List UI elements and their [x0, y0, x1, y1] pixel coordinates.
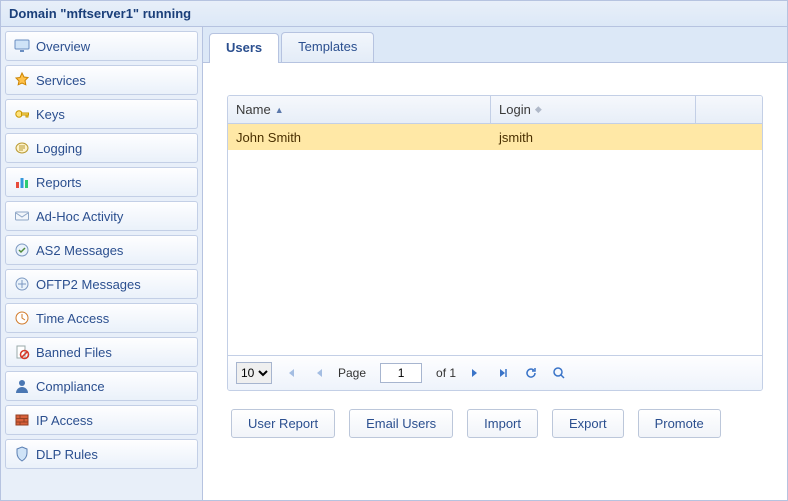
- sidebar-item-services[interactable]: Services: [5, 65, 198, 95]
- key-icon: [14, 106, 30, 122]
- grid-header: Name ▲ Login ◆: [228, 96, 762, 124]
- grid-body: John Smith jsmith: [228, 124, 762, 355]
- services-icon: [14, 72, 30, 88]
- sidebar-item-label: Logging: [36, 141, 82, 156]
- sidebar-item-reports[interactable]: Reports: [5, 167, 198, 197]
- first-page-icon[interactable]: [282, 364, 300, 382]
- table-row[interactable]: John Smith jsmith: [228, 124, 762, 150]
- sidebar-nav: Overview Services Keys Logging Reports A…: [1, 27, 203, 500]
- page-label: Page: [338, 366, 366, 380]
- clock-icon: [14, 310, 30, 326]
- page-of-label: of 1: [436, 366, 456, 380]
- sidebar-item-label: Overview: [36, 39, 90, 54]
- sidebar-item-label: Compliance: [36, 379, 105, 394]
- sidebar-item-time-access[interactable]: Time Access: [5, 303, 198, 333]
- col-header-label: Name: [236, 102, 271, 117]
- col-header-login[interactable]: Login ◆: [491, 96, 696, 123]
- sidebar-item-ip-access[interactable]: IP Access: [5, 405, 198, 435]
- refresh-icon[interactable]: [522, 364, 540, 382]
- sidebar-item-label: Keys: [36, 107, 65, 122]
- tab-templates[interactable]: Templates: [281, 32, 374, 62]
- prev-page-icon[interactable]: [310, 364, 328, 382]
- promote-button[interactable]: Promote: [638, 409, 721, 438]
- export-button[interactable]: Export: [552, 409, 624, 438]
- email-users-button[interactable]: Email Users: [349, 409, 453, 438]
- shield-icon: [14, 446, 30, 462]
- window-title: Domain "mftserver1" running: [9, 6, 191, 21]
- tab-label: Templates: [298, 39, 357, 54]
- last-page-icon[interactable]: [494, 364, 512, 382]
- sidebar-item-logging[interactable]: Logging: [5, 133, 198, 163]
- log-icon: [14, 140, 30, 156]
- col-header-name[interactable]: Name ▲: [228, 96, 491, 123]
- pager-bar: 10 Page of 1: [228, 355, 762, 390]
- window-titlebar: Domain "mftserver1" running: [1, 1, 787, 27]
- sort-asc-icon: ▲: [275, 105, 284, 115]
- sidebar-item-dlp-rules[interactable]: DLP Rules: [5, 439, 198, 469]
- sidebar-item-adhoc[interactable]: Ad-Hoc Activity: [5, 201, 198, 231]
- sidebar-item-label: Ad-Hoc Activity: [36, 209, 123, 224]
- sidebar-item-label: DLP Rules: [36, 447, 98, 462]
- sidebar-item-label: OFTP2 Messages: [36, 277, 141, 292]
- sidebar-item-label: Services: [36, 73, 86, 88]
- oftp2-icon: [14, 276, 30, 292]
- sort-neutral-icon: ◆: [535, 104, 542, 115]
- tab-label: Users: [226, 40, 262, 55]
- sidebar-item-label: AS2 Messages: [36, 243, 123, 258]
- chart-icon: [14, 174, 30, 190]
- monitor-icon: [14, 38, 30, 54]
- user-report-button[interactable]: User Report: [231, 409, 335, 438]
- tab-strip: Users Templates: [203, 27, 787, 63]
- cell-spacer: [696, 133, 762, 141]
- users-grid: Name ▲ Login ◆ John Smith jsmith: [227, 95, 763, 391]
- next-page-icon[interactable]: [466, 364, 484, 382]
- sidebar-item-oftp2[interactable]: OFTP2 Messages: [5, 269, 198, 299]
- sidebar-item-keys[interactable]: Keys: [5, 99, 198, 129]
- banned-icon: [14, 344, 30, 360]
- firewall-icon: [14, 412, 30, 428]
- page-input[interactable]: [380, 363, 422, 383]
- col-header-spacer: [696, 96, 762, 123]
- person-icon: [14, 378, 30, 394]
- page-size-select[interactable]: 10: [236, 362, 272, 384]
- tab-users[interactable]: Users: [209, 33, 279, 63]
- sidebar-item-overview[interactable]: Overview: [5, 31, 198, 61]
- mail-activity-icon: [14, 208, 30, 224]
- col-header-label: Login: [499, 102, 531, 117]
- cell-login: jsmith: [491, 126, 696, 149]
- sidebar-item-label: Reports: [36, 175, 82, 190]
- cell-name: John Smith: [228, 126, 491, 149]
- as2-icon: [14, 242, 30, 258]
- sidebar-item-as2[interactable]: AS2 Messages: [5, 235, 198, 265]
- import-button[interactable]: Import: [467, 409, 538, 438]
- sidebar-item-compliance[interactable]: Compliance: [5, 371, 198, 401]
- sidebar-item-banned-files[interactable]: Banned Files: [5, 337, 198, 367]
- sidebar-item-label: Banned Files: [36, 345, 112, 360]
- sidebar-item-label: IP Access: [36, 413, 93, 428]
- search-icon[interactable]: [550, 364, 568, 382]
- action-buttons: User Report Email Users Import Export Pr…: [227, 409, 763, 438]
- sidebar-item-label: Time Access: [36, 311, 109, 326]
